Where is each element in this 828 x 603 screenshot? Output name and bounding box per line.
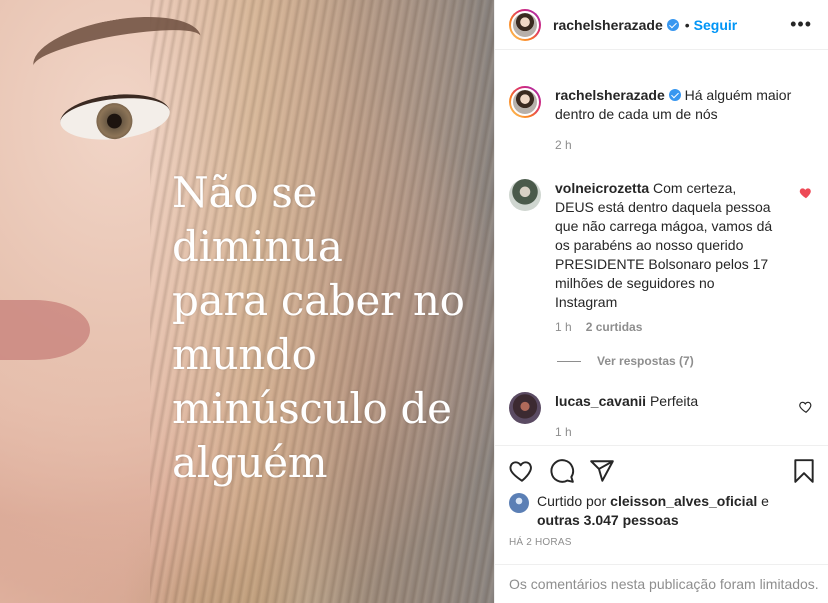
quote-line: diminua [172,222,343,271]
avatar-photo [511,10,539,39]
verified-icon [666,18,679,31]
post-quote: Não se diminua para caber no mundo minús… [172,166,492,490]
author-username[interactable]: rachelsherazade [553,17,663,33]
comment-likes[interactable]: 2 curtidas [586,320,643,334]
post-image[interactable]: Não se diminua para caber no mundo minús… [0,0,494,603]
caption-username[interactable]: rachelsherazade [555,87,665,103]
quote-line: Não se [172,168,318,217]
comment-time[interactable]: 1 h [555,425,572,439]
bookmark-icon[interactable] [791,458,817,484]
quote-line: mundo [172,330,317,379]
quote-line: para caber no [172,276,465,325]
separator-dot: • [684,16,690,33]
caption-time[interactable]: 2 h [555,136,819,155]
comment-meta: 1 h [555,425,572,439]
heart-icon[interactable] [509,458,535,484]
verified-icon [668,89,681,101]
comment-icon[interactable] [549,458,575,484]
comment-text: Perfeita [649,393,699,409]
comment-username[interactable]: volneicrozetta [555,180,649,196]
likes-others[interactable]: outras 3.047 pessoas [537,512,679,528]
caption-avatar[interactable] [509,86,541,118]
likes-user[interactable]: cleisson_alves_oficial [610,493,757,509]
action-bar [495,446,828,496]
view-replies-label[interactable]: Ver respostas (7) [597,354,694,368]
comment-username[interactable]: lucas_cavanii [555,393,646,409]
liked-heart-icon[interactable] [799,186,813,200]
comment-item: lucas_cavanii Perfeita [509,392,819,424]
likes-joiner: e [761,493,769,509]
comment-meta: 1 h 2 curtidas [555,320,642,334]
author-avatar[interactable] [509,8,541,41]
caption-text-block: rachelsherazade Há alguém maior dentro d… [555,86,819,155]
post-header: rachelsherazade • Seguir ••• [495,0,828,50]
likes-text: Curtido por cleisson_alves_oficial e out… [537,492,813,530]
comment-text-block: volneicrozetta Com certeza, DEUS está de… [555,179,775,312]
post-sidebar: rachelsherazade • Seguir ••• rachelshera… [494,0,828,603]
post-timestamp[interactable]: HÁ 2 HORAS [495,537,828,548]
view-replies-button[interactable]: Ver respostas (7) [557,354,694,368]
post-actions: Curtido por cleisson_alves_oficial e out… [495,445,828,548]
liker-avatar[interactable] [509,493,529,513]
more-icon[interactable]: ••• [790,14,812,35]
image-iris [94,101,135,141]
comments-limited-notice: Os comentários nesta publicação foram li… [495,564,828,603]
heart-icon[interactable] [799,400,813,414]
comment-item: volneicrozetta Com certeza, DEUS está de… [509,179,819,312]
image-lips [0,300,90,360]
commenter-avatar[interactable] [509,392,541,424]
comment-time[interactable]: 1 h [555,320,572,334]
comments-area[interactable]: rachelsherazade Há alguém maior dentro d… [495,51,828,444]
replies-divider [557,360,581,362]
avatar-photo [511,88,539,116]
likes-summary: Curtido por cleisson_alves_oficial e out… [495,492,828,530]
likes-prefix: Curtido por [537,493,607,509]
comment-text: Com certeza, DEUS está dentro daquela pe… [555,180,773,310]
commenter-avatar[interactable] [509,179,541,211]
share-icon[interactable] [589,458,615,484]
comment-text-block: lucas_cavanii Perfeita [555,392,775,424]
follow-button[interactable]: Seguir [694,17,738,33]
caption: rachelsherazade Há alguém maior dentro d… [509,86,819,155]
quote-line: alguém [172,438,328,487]
quote-line: minúsculo de [172,384,452,433]
